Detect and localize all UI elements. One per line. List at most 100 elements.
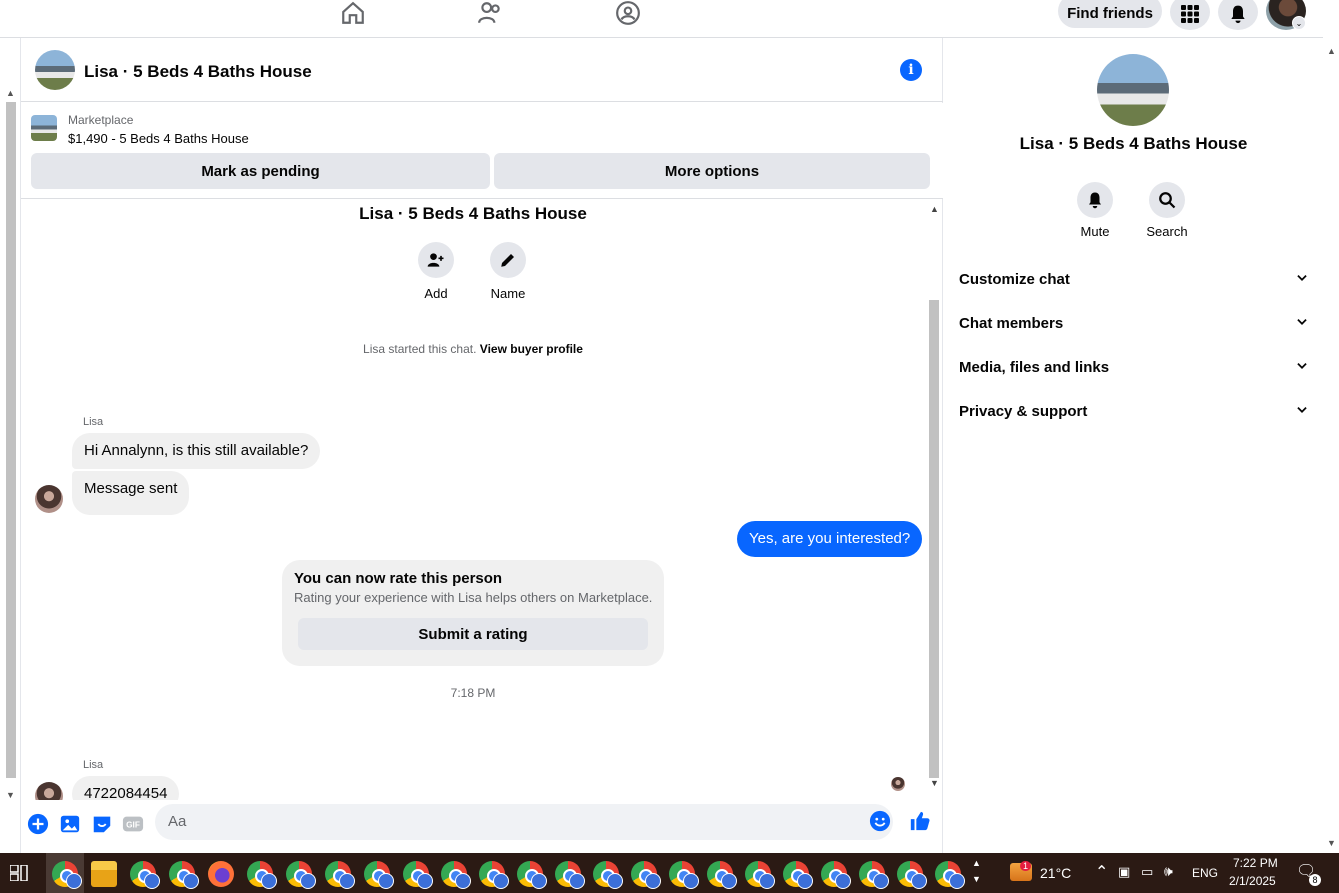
name-action[interactable]: Name [478, 242, 538, 301]
chrome-icon[interactable] [364, 861, 394, 889]
language-indicator[interactable]: ENG [1192, 866, 1218, 880]
message-bubble-outgoing[interactable]: Yes, are you interested? [737, 521, 923, 557]
mark-as-pending-button[interactable]: Mark as pending [31, 153, 490, 189]
friends-icon[interactable] [470, 0, 510, 30]
clock-time[interactable]: 7:22 PM [1233, 856, 1278, 870]
chrome-icon[interactable] [707, 861, 737, 889]
chat-started-notice: Lisa started this chat. View buyer profi… [21, 342, 925, 356]
chrome-icon[interactable] [897, 861, 927, 889]
submit-rating-button[interactable]: Submit a rating [298, 618, 648, 650]
chrome-icon[interactable] [286, 861, 316, 889]
chrome-icon[interactable] [441, 861, 471, 889]
add-people-action[interactable]: Add [406, 242, 466, 301]
message-bubble-incoming[interactable]: Hi Annalynn, is this still available? [72, 433, 321, 469]
message-sender: Lisa [83, 416, 104, 428]
scroll-down-arrow-icon[interactable]: ▼ [1327, 838, 1336, 848]
message-bubble-incoming[interactable]: 4722084454 [72, 776, 180, 800]
scroll-down-arrow-icon[interactable]: ▼ [6, 790, 15, 800]
chrome-icon[interactable] [669, 861, 699, 889]
photo-icon[interactable] [59, 813, 81, 835]
info-icon[interactable]: i [900, 59, 922, 81]
listing-thumbnail[interactable] [31, 115, 57, 141]
chevron-down-icon[interactable] [1295, 403, 1309, 420]
chevron-up-icon[interactable]: ⌃ [1095, 862, 1108, 882]
chat-details-avatar[interactable] [1097, 54, 1169, 126]
plus-circle-icon[interactable] [27, 813, 49, 835]
scroll-up-arrow-icon[interactable]: ▲ [930, 204, 939, 214]
windows-taskbar: ▲ ▼ 1 21°C ⌃ ▣ ▭ 🕪 ENG 7:22 PM 2/1/2025 🗨… [0, 853, 1339, 893]
chat-details-title: Lisa · 5 Beds 4 Baths House [1019, 134, 1248, 153]
listing-banner: Marketplace $1,490 - 5 Beds 4 Baths Hous… [21, 103, 943, 199]
chrome-icon[interactable] [745, 861, 775, 889]
chevron-down-icon[interactable] [1295, 271, 1309, 288]
network-icon[interactable]: ▭ [1141, 864, 1153, 880]
scroll-up-arrow-icon[interactable]: ▲ [6, 88, 15, 98]
messages-scrollbar[interactable]: ▲ ▼ [927, 200, 941, 800]
page-scrollbar[interactable]: ▲ ▼ [1323, 38, 1339, 853]
sender-avatar[interactable] [35, 782, 63, 800]
chat-title[interactable]: Lisa · 5 Beds 4 Baths House [84, 62, 312, 82]
scrollbar-thumb[interactable] [929, 300, 939, 778]
firefox-icon[interactable] [208, 861, 234, 887]
chat-details-panel: Lisa · 5 Beds 4 Baths House Mute Search … [944, 38, 1323, 853]
search-icon[interactable] [1149, 182, 1185, 218]
mute-action[interactable]: Mute [1065, 182, 1125, 239]
chrome-icon[interactable] [479, 861, 509, 889]
task-view-icon[interactable] [9, 864, 28, 882]
left-scrollbar[interactable]: ▲ ▼ [0, 86, 20, 806]
chrome-icon[interactable] [783, 861, 813, 889]
chrome-icon[interactable] [555, 861, 585, 889]
find-friends-button[interactable]: Find friends [1058, 0, 1162, 28]
chrome-icon[interactable] [935, 861, 965, 889]
emoji-icon[interactable] [869, 810, 891, 832]
bell-icon[interactable] [1077, 182, 1113, 218]
chrome-icon[interactable] [821, 861, 851, 889]
gif-icon[interactable]: GIF [122, 813, 144, 835]
home-icon[interactable] [333, 0, 373, 30]
meet-now-icon[interactable]: ▣ [1118, 864, 1130, 880]
chevron-down-icon[interactable]: ⌄ [1292, 16, 1306, 30]
rating-card: You can now rate this person Rating your… [282, 560, 664, 666]
view-buyer-profile-link[interactable]: View buyer profile [480, 342, 583, 356]
scroll-up-arrow-icon[interactable]: ▲ [1327, 46, 1336, 56]
message-bubble-incoming[interactable]: Message sent [72, 471, 190, 515]
more-options-button[interactable]: More options [494, 153, 930, 189]
chrome-icon[interactable] [130, 861, 160, 889]
volume-icon[interactable]: 🕪 [1164, 863, 1173, 880]
chevron-down-icon[interactable] [1295, 359, 1309, 376]
customize-chat-section[interactable]: Customize chat [959, 261, 1309, 297]
chrome-icon[interactable] [593, 861, 623, 889]
message-input[interactable]: Aa [155, 804, 893, 840]
chat-members-section[interactable]: Chat members [959, 305, 1309, 341]
sender-avatar[interactable] [35, 485, 63, 513]
media-files-links-section[interactable]: Media, files and links [959, 349, 1309, 385]
chrome-icon[interactable] [631, 861, 661, 889]
notifications-bell-icon[interactable] [1218, 0, 1258, 30]
temperature[interactable]: 21°C [1040, 865, 1071, 881]
chrome-icon[interactable] [247, 861, 277, 889]
sticker-icon[interactable] [91, 813, 113, 835]
search-action[interactable]: Search [1137, 182, 1197, 239]
chrome-icon[interactable] [859, 861, 889, 889]
chat-avatar-house[interactable] [35, 50, 75, 90]
scrollbar-thumb[interactable] [6, 102, 16, 778]
weather-alert-badge: 1 [1020, 861, 1032, 871]
chrome-icon[interactable] [52, 861, 82, 889]
add-person-icon[interactable] [418, 242, 454, 278]
chrome-icon[interactable] [517, 861, 547, 889]
chevron-down-icon[interactable] [1295, 315, 1309, 332]
groups-icon[interactable] [608, 0, 648, 30]
clock-date[interactable]: 2/1/2025 [1229, 874, 1276, 888]
pencil-icon[interactable] [490, 242, 526, 278]
thumbs-up-icon[interactable] [909, 810, 931, 832]
file-explorer-icon[interactable] [91, 861, 117, 887]
listing-price-title[interactable]: $1,490 - 5 Beds 4 Baths House [68, 131, 249, 146]
taskbar-overflow-arrows[interactable]: ▲ ▼ [972, 855, 981, 887]
chrome-icon[interactable] [403, 861, 433, 889]
scroll-down-arrow-icon[interactable]: ▼ [930, 778, 939, 788]
chrome-icon[interactable] [169, 861, 199, 889]
chrome-icon[interactable] [325, 861, 355, 889]
privacy-support-section[interactable]: Privacy & support [959, 393, 1309, 429]
rating-subtext: Rating your experience with Lisa helps o… [294, 590, 653, 605]
menu-grid-icon[interactable] [1170, 0, 1210, 30]
